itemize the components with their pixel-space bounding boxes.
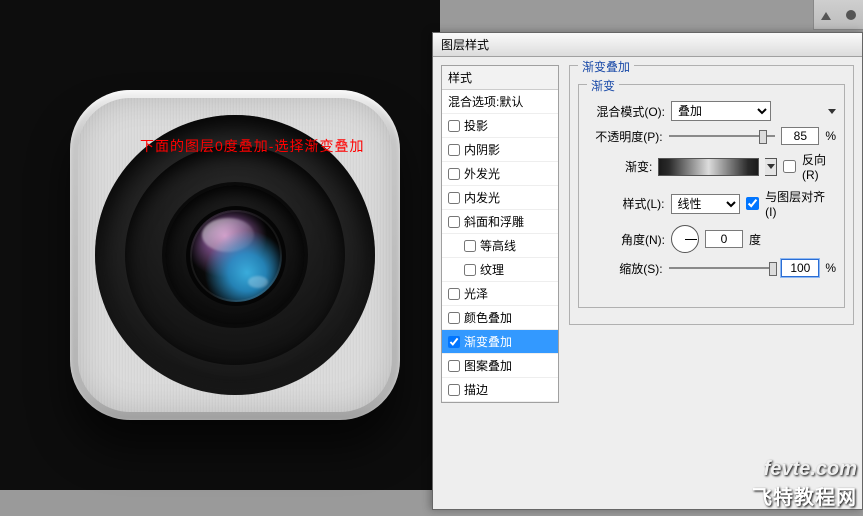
angle-dial[interactable]: [671, 225, 699, 253]
angle-label: 角度(N):: [587, 231, 665, 248]
gradient-preview[interactable]: [658, 158, 759, 176]
panel-toolbar: [813, 0, 863, 30]
style-item-纹理[interactable]: 纹理: [442, 258, 558, 282]
percent-label-2: %: [825, 261, 836, 275]
align-label: 与图层对齐(I): [765, 188, 836, 219]
style-item-描边[interactable]: 描边: [442, 378, 558, 402]
styles-list: 样式 混合选项:默认 投影内阴影外发光内发光斜面和浮雕等高线纹理光泽颜色叠加渐变…: [441, 65, 559, 403]
chevron-down-icon: [828, 109, 836, 114]
style-item-label: 描边: [464, 381, 488, 398]
scale-slider[interactable]: [669, 260, 776, 276]
blend-mode-label: 混合模式(O):: [587, 103, 665, 120]
style-item-光泽[interactable]: 光泽: [442, 282, 558, 306]
annotation-text: 下面的图层0度叠加-选择渐变叠加: [140, 136, 364, 156]
layer-style-dialog: 图层样式 样式 混合选项:默认 投影内阴影外发光内发光斜面和浮雕等高线纹理光泽颜…: [432, 32, 863, 510]
triangle-icon: [821, 10, 831, 20]
group-gradient-overlay: 渐变叠加 渐变 混合模式(O): 叠加 不透明度(P):: [569, 65, 854, 325]
blend-mode-select[interactable]: 叠加: [671, 101, 771, 121]
style-item-渐变叠加[interactable]: 渐变叠加: [442, 330, 558, 354]
style-item-label: 内发光: [464, 189, 500, 206]
style-item-label: 图案叠加: [464, 357, 512, 374]
style-checkbox[interactable]: [448, 360, 460, 372]
watermark-site: 飞特教程网: [752, 481, 857, 510]
camera-lens-icon: [190, 210, 282, 302]
canvas-background: [0, 0, 440, 490]
opacity-label: 不透明度(P):: [587, 128, 663, 145]
style-item-label: 等高线: [480, 237, 516, 254]
style-select[interactable]: 线性: [671, 194, 741, 214]
percent-label: %: [825, 129, 836, 143]
dialog-title: 图层样式: [441, 36, 489, 53]
style-item-label: 内阴影: [464, 141, 500, 158]
align-checkbox[interactable]: [746, 197, 759, 210]
style-item-斜面和浮雕[interactable]: 斜面和浮雕: [442, 210, 558, 234]
scale-label: 缩放(S):: [587, 260, 663, 277]
style-item-内发光[interactable]: 内发光: [442, 186, 558, 210]
style-checkbox[interactable]: [448, 336, 460, 348]
gradient-label: 渐变:: [587, 158, 652, 175]
style-checkbox[interactable]: [448, 168, 460, 180]
chevron-down-icon: [767, 164, 775, 169]
degree-label: 度: [749, 231, 761, 248]
style-checkbox[interactable]: [448, 192, 460, 204]
style-checkbox[interactable]: [464, 240, 476, 252]
style-checkbox[interactable]: [448, 312, 460, 324]
style-item-label: 斜面和浮雕: [464, 213, 524, 230]
style-item-图案叠加[interactable]: 图案叠加: [442, 354, 558, 378]
dialog-titlebar[interactable]: 图层样式: [433, 33, 862, 57]
dot-icon: [846, 10, 856, 20]
group-outer-legend: 渐变叠加: [578, 58, 634, 75]
style-item-等高线[interactable]: 等高线: [442, 234, 558, 258]
style-checkbox[interactable]: [448, 216, 460, 228]
style-checkbox[interactable]: [448, 144, 460, 156]
opacity-slider[interactable]: [669, 128, 776, 144]
style-item-label: 渐变叠加: [464, 333, 512, 350]
style-checkbox[interactable]: [448, 384, 460, 396]
style-item-label: 光泽: [464, 285, 488, 302]
style-item-label: 投影: [464, 117, 488, 134]
group-inner-legend: 渐变: [587, 77, 619, 94]
blend-options-default[interactable]: 混合选项:默认: [442, 90, 558, 114]
styles-header[interactable]: 样式: [442, 66, 558, 90]
style-checkbox[interactable]: [448, 288, 460, 300]
gradient-dropdown[interactable]: [765, 158, 777, 176]
style-item-label: 纹理: [480, 261, 504, 278]
style-item-投影[interactable]: 投影: [442, 114, 558, 138]
watermark-url: fevte.com: [752, 458, 857, 481]
gradient-overlay-panel: 渐变叠加 渐变 混合模式(O): 叠加 不透明度(P):: [569, 65, 854, 501]
reverse-label: 反向(R): [802, 151, 836, 182]
group-gradient: 渐变 混合模式(O): 叠加 不透明度(P): %: [578, 84, 845, 308]
style-checkbox[interactable]: [448, 120, 460, 132]
watermark: fevte.com 飞特教程网: [752, 458, 857, 510]
style-item-外发光[interactable]: 外发光: [442, 162, 558, 186]
style-checkbox[interactable]: [464, 264, 476, 276]
style-item-label: 外发光: [464, 165, 500, 182]
style-item-内阴影[interactable]: 内阴影: [442, 138, 558, 162]
style-item-label: 颜色叠加: [464, 309, 512, 326]
reverse-checkbox[interactable]: [783, 160, 796, 173]
style-item-颜色叠加[interactable]: 颜色叠加: [442, 306, 558, 330]
scale-input[interactable]: [781, 259, 819, 277]
opacity-input[interactable]: [781, 127, 819, 145]
angle-input[interactable]: [705, 230, 743, 248]
style-label: 样式(L):: [587, 195, 665, 212]
